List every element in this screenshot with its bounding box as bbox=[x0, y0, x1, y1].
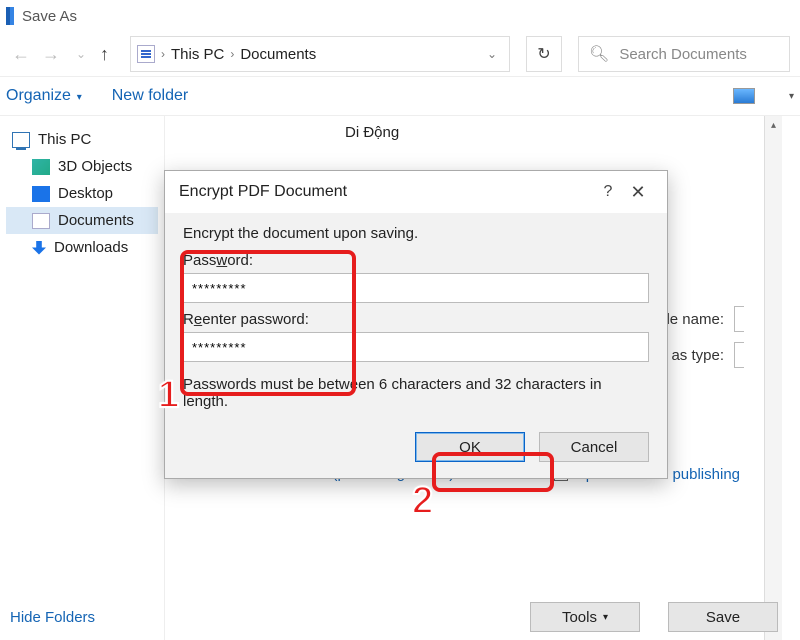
monitor-icon bbox=[32, 186, 50, 202]
password-label: Password: bbox=[183, 252, 649, 269]
breadcrumb-seg-documents[interactable]: Documents bbox=[240, 46, 316, 63]
cube-icon bbox=[32, 159, 50, 175]
help-button[interactable]: ? bbox=[593, 183, 623, 201]
sidebar-item-downloads[interactable]: Downloads bbox=[6, 234, 158, 261]
footer: Hide Folders Tools▾ Save bbox=[0, 600, 788, 634]
toolbar: Organize ▾ New folder ▾ bbox=[0, 76, 800, 116]
up-arrow-icon[interactable]: ↑ bbox=[100, 44, 122, 65]
file-name-field[interactable] bbox=[734, 306, 744, 332]
sidebar-item-3dobjects[interactable]: 3D Objects bbox=[6, 153, 158, 180]
cancel-button[interactable]: Cancel bbox=[539, 432, 649, 462]
scrollbar-vertical[interactable]: ▴ bbox=[764, 116, 782, 640]
window-title: Save As bbox=[22, 8, 77, 25]
download-icon bbox=[32, 241, 46, 255]
search-input[interactable]: 🔍︎ Search Documents bbox=[578, 36, 790, 72]
refresh-button[interactable]: ↻ bbox=[526, 36, 562, 72]
ok-button[interactable]: OK bbox=[415, 432, 525, 462]
organize-menu[interactable]: Organize ▾ bbox=[6, 87, 82, 105]
save-as-type-field[interactable] bbox=[734, 342, 744, 368]
encrypt-pdf-dialog: Encrypt PDF Document ? ✕ Encrypt the doc… bbox=[164, 170, 668, 479]
sidebar-item-desktop[interactable]: Desktop bbox=[6, 180, 158, 207]
dialog-message: Encrypt the document upon saving. bbox=[183, 225, 649, 242]
sidebar: This PC 3D Objects Desktop Documents Dow… bbox=[0, 116, 164, 640]
app-icon bbox=[6, 7, 14, 25]
password-help-text: Passwords must be between 6 characters a… bbox=[183, 376, 649, 410]
chevron-right-icon: › bbox=[230, 47, 234, 61]
document-icon bbox=[32, 213, 50, 229]
password-field[interactable] bbox=[183, 273, 649, 303]
save-button[interactable]: Save bbox=[668, 602, 778, 632]
breadcrumb-seg-thispc[interactable]: This PC bbox=[171, 46, 224, 63]
chevron-down-icon: ▾ bbox=[603, 612, 608, 623]
breadcrumb[interactable]: › This PC › Documents ⌄ bbox=[130, 36, 510, 72]
nav-row: ← → ⌄ ↑ › This PC › Documents ⌄ ↻ 🔍︎ Sea… bbox=[0, 32, 800, 76]
window-titlebar: Save As bbox=[0, 0, 800, 32]
location-icon bbox=[137, 45, 155, 63]
view-chevron-icon[interactable]: ▾ bbox=[789, 91, 794, 102]
back-arrow-icon[interactable]: ← bbox=[10, 44, 32, 65]
tools-button[interactable]: Tools▾ bbox=[530, 602, 640, 632]
chevron-right-icon: › bbox=[161, 47, 165, 61]
search-icon: 🔍︎ bbox=[589, 44, 609, 64]
view-thumbnail-icon[interactable] bbox=[733, 88, 755, 104]
new-folder-button[interactable]: New folder bbox=[112, 87, 188, 105]
dialog-title: Encrypt PDF Document bbox=[179, 183, 347, 201]
search-placeholder: Search Documents bbox=[619, 46, 747, 63]
dialog-titlebar: Encrypt PDF Document ? ✕ bbox=[165, 171, 667, 213]
scroll-up-icon[interactable]: ▴ bbox=[765, 116, 782, 134]
recent-chevron-icon[interactable]: ⌄ bbox=[70, 47, 92, 61]
sidebar-item-thispc[interactable]: This PC bbox=[6, 126, 158, 153]
list-item[interactable]: Di Động bbox=[345, 124, 399, 141]
hide-folders-link[interactable]: Hide Folders bbox=[10, 609, 95, 626]
close-button[interactable]: ✕ bbox=[623, 182, 653, 203]
sidebar-item-documents[interactable]: Documents bbox=[6, 207, 158, 234]
refresh-icon: ↻ bbox=[537, 44, 550, 64]
reenter-label: Reenter password: bbox=[183, 311, 649, 328]
chevron-down-icon[interactable]: ⌄ bbox=[487, 47, 497, 61]
forward-arrow-icon: → bbox=[40, 44, 62, 65]
chevron-down-icon: ▾ bbox=[74, 92, 82, 103]
pc-icon bbox=[12, 132, 30, 148]
reenter-password-field[interactable] bbox=[183, 332, 649, 362]
